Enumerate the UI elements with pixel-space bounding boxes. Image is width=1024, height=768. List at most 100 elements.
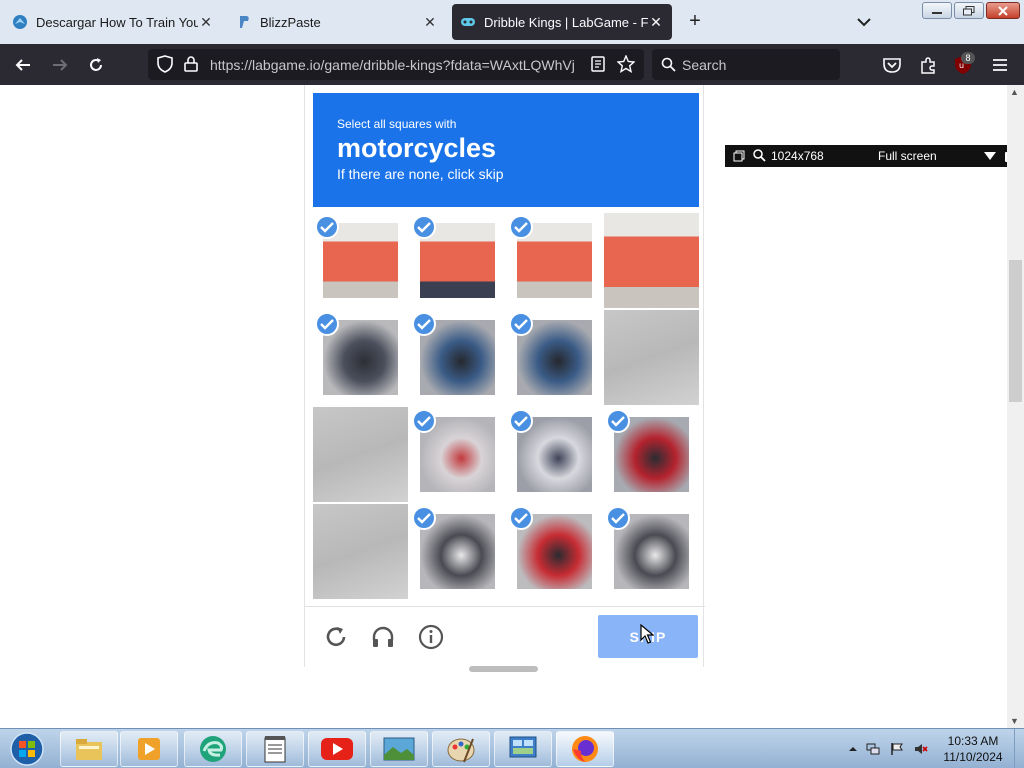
tab-title: Descargar How To Train Your Dr	[36, 14, 198, 30]
copy-icon[interactable]	[733, 150, 745, 162]
captcha-hint: If there are none, click skip	[337, 166, 504, 182]
volume-muted-icon[interactable]	[914, 742, 928, 756]
bookmark-star-icon[interactable]	[615, 53, 637, 75]
captcha-challenge: Select all squares with motorcycles If t…	[304, 85, 705, 667]
captcha-tile[interactable]	[410, 504, 505, 599]
vertical-scrollbar[interactable]: ▲ ▼	[1007, 85, 1024, 728]
search-input[interactable]: Search	[652, 49, 840, 80]
start-button[interactable]	[6, 731, 48, 767]
reload-icon[interactable]	[85, 54, 107, 76]
checkmark-icon	[509, 312, 533, 336]
fullscreen-select[interactable]: Full screen	[878, 149, 937, 163]
clock-time: 10:33 AM	[947, 734, 999, 748]
media-player-icon[interactable]	[120, 731, 178, 767]
tab-blizzpaste[interactable]: BlizzPaste ✕	[228, 4, 446, 40]
chevron-down-icon[interactable]	[854, 12, 874, 32]
checkmark-icon	[412, 312, 436, 336]
captcha-instruction: Select all squares with	[337, 117, 457, 131]
captcha-tile[interactable]	[604, 407, 699, 502]
edge-browser-icon[interactable]	[184, 731, 242, 767]
extension-count-badge: 8	[961, 52, 975, 64]
show-desktop-button[interactable]	[1014, 729, 1024, 768]
firefox-icon[interactable]	[556, 731, 614, 767]
captcha-tile[interactable]	[313, 213, 408, 308]
captcha-tile[interactable]	[313, 407, 408, 502]
back-arrow-icon[interactable]	[12, 54, 34, 76]
drag-handle[interactable]	[469, 666, 538, 672]
captcha-tile[interactable]	[507, 407, 602, 502]
captcha-tile[interactable]	[507, 213, 602, 308]
gamepad-favicon	[461, 18, 475, 26]
captcha-tile[interactable]	[313, 504, 408, 599]
photo-viewer-icon[interactable]	[370, 731, 428, 767]
checkmark-icon	[606, 506, 630, 530]
forward-arrow-icon[interactable]	[49, 54, 71, 76]
captcha-tile[interactable]	[410, 407, 505, 502]
captcha-header: Select all squares with motorcycles If t…	[313, 93, 699, 207]
blizzpaste-favicon	[240, 16, 249, 28]
captcha-tile[interactable]	[410, 310, 505, 405]
checkmark-icon	[509, 215, 533, 239]
close-icon[interactable]: ✕	[198, 14, 214, 31]
checkmark-icon	[412, 506, 436, 530]
close-icon[interactable]: ✕	[422, 14, 438, 31]
close-icon[interactable]: ✕	[648, 14, 664, 31]
action-center-flag-icon[interactable]	[890, 742, 904, 756]
url-text[interactable]: https://labgame.io/game/dribble-kings?fd…	[210, 57, 582, 73]
captcha-image-grid	[313, 213, 701, 601]
captcha-tile[interactable]	[507, 310, 602, 405]
captcha-tile-image	[604, 213, 699, 308]
captcha-target: motorcycles	[337, 133, 497, 163]
tab-strip: Descargar How To Train Your Dr ✕ BlizzPa…	[0, 0, 1024, 44]
checkmark-icon	[315, 312, 339, 336]
scroll-down-arrow-icon[interactable]: ▼	[1010, 716, 1019, 726]
window-close-icon[interactable]	[986, 2, 1020, 19]
scroll-thumb[interactable]	[1009, 260, 1022, 402]
tray-expand-icon[interactable]	[846, 742, 860, 756]
search-placeholder: Search	[682, 57, 727, 73]
captcha-tile[interactable]	[410, 213, 505, 308]
dropdown-arrow-icon[interactable]	[984, 152, 996, 160]
hamburger-menu-icon[interactable]	[989, 54, 1011, 76]
headphones-icon[interactable]	[368, 622, 398, 652]
navigation-toolbar: https://labgame.io/game/dribble-kings?fd…	[0, 44, 1024, 85]
system-clock[interactable]: 10:33 AM 11/10/2024	[938, 733, 1008, 765]
file-explorer-icon[interactable]	[60, 731, 118, 767]
captcha-tile[interactable]	[507, 504, 602, 599]
tab-title: BlizzPaste	[260, 14, 321, 30]
window-controls	[922, 2, 1020, 19]
restore-icon[interactable]	[954, 2, 984, 19]
tab-descargar[interactable]: Descargar How To Train Your Dr ✕	[4, 4, 222, 40]
minimize-icon[interactable]	[922, 2, 952, 19]
address-bar[interactable]: https://labgame.io/game/dribble-kings?fd…	[148, 49, 644, 80]
extensions-puzzle-icon[interactable]	[917, 54, 939, 76]
tab-dribble-kings[interactable]: Dribble Kings | LabGame - Free ✕	[452, 4, 672, 40]
page-content: 1024x768 Full screen Select all squares …	[0, 85, 1024, 728]
captcha-tile[interactable]	[604, 310, 699, 405]
lock-icon[interactable]	[180, 53, 202, 75]
zoom-icon[interactable]	[753, 149, 766, 162]
dragon-favicon	[13, 15, 27, 29]
shield-icon[interactable]	[154, 53, 176, 75]
paint-icon[interactable]	[432, 731, 490, 767]
notepad-icon[interactable]	[246, 731, 304, 767]
youtube-icon[interactable]	[308, 731, 366, 767]
captcha-tile[interactable]	[604, 213, 699, 308]
captcha-tile-image	[313, 504, 408, 599]
resolution-extension-bar: 1024x768 Full screen	[725, 145, 1024, 167]
captcha-tile-image	[604, 310, 699, 405]
checkmark-icon	[509, 506, 533, 530]
reader-view-icon[interactable]	[587, 53, 609, 75]
network-icon[interactable]	[866, 742, 880, 756]
pocket-icon[interactable]	[881, 54, 903, 76]
captcha-tile[interactable]	[313, 310, 408, 405]
info-icon[interactable]	[416, 622, 446, 652]
control-panel-icon[interactable]	[494, 731, 552, 767]
scroll-up-arrow-icon[interactable]: ▲	[1010, 87, 1019, 97]
refresh-icon[interactable]	[321, 622, 351, 652]
checkmark-icon	[606, 409, 630, 433]
captcha-tile[interactable]	[604, 504, 699, 599]
new-tab-plus-icon[interactable]: +	[684, 10, 706, 32]
clock-date: 11/10/2024	[943, 750, 1003, 764]
checkmark-icon	[315, 215, 339, 239]
